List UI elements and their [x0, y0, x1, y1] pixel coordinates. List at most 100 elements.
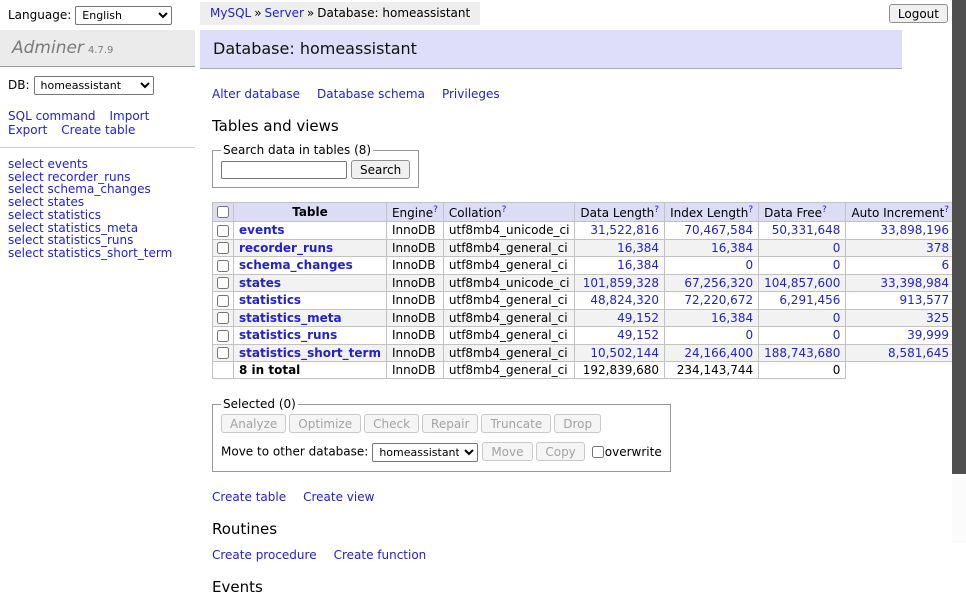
table-row: statistics_meta InnoDB utf8mb4_general_c… — [213, 309, 966, 327]
select-all-checkbox[interactable] — [217, 206, 229, 218]
language-row: Language:English — [0, 0, 195, 30]
index-length-cell: 70,467,584 — [665, 222, 759, 240]
help-icon[interactable]: ? — [944, 205, 949, 215]
alter-database-link[interactable]: Alter database — [212, 87, 300, 101]
help-icon[interactable]: ? — [433, 205, 438, 215]
column-header-data-free: Data Free? — [759, 203, 846, 222]
table-link[interactable]: recorder_runs — [239, 241, 333, 255]
row-checkbox[interactable] — [217, 330, 229, 342]
create-table-link[interactable]: Create table — [212, 490, 286, 504]
create-links: Create table Create view — [212, 490, 952, 504]
breadcrumb-server-link[interactable]: Server — [265, 6, 304, 20]
data-length-cell: 49,152 — [575, 309, 665, 327]
table-link[interactable]: statistics — [239, 293, 301, 307]
index-length-total: 234,143,744 — [665, 362, 759, 379]
move-to-database-label: Move to other database: — [221, 445, 368, 459]
overwrite-checkbox[interactable] — [592, 446, 604, 458]
row-checkbox[interactable] — [217, 260, 229, 272]
create-view-link[interactable]: Create view — [303, 490, 374, 504]
breadcrumb-separator: » — [307, 6, 314, 20]
data-length-cell: 31,522,816 — [575, 222, 665, 240]
table-row: statistics_runs InnoDB utf8mb4_general_c… — [213, 327, 966, 345]
data-length-cell: 16,384 — [575, 239, 665, 257]
app-header: Adminer4.7.9 — [0, 30, 195, 67]
optimize-button[interactable]: Optimize — [289, 414, 361, 433]
language-select[interactable]: English — [75, 6, 172, 25]
engine-cell: InnoDB — [386, 309, 443, 327]
engine-cell: InnoDB — [386, 222, 443, 240]
table-row: recorder_runs InnoDB utf8mb4_general_ci … — [213, 239, 966, 257]
column-header-table: Table — [234, 203, 387, 222]
routine-links: Create procedure Create function — [212, 548, 952, 562]
db-label: DB: — [8, 78, 30, 92]
check-button[interactable]: Check — [364, 414, 419, 433]
help-icon[interactable]: ? — [654, 205, 659, 215]
database-schema-link[interactable]: Database schema — [317, 87, 425, 101]
sidebar-link-export[interactable]: Export — [8, 123, 47, 137]
search-button[interactable]: Search — [351, 160, 410, 179]
index-length-cell: 16,384 — [665, 309, 759, 327]
table-row: states InnoDB utf8mb4_unicode_ci 101,859… — [213, 274, 966, 292]
help-icon[interactable]: ? — [748, 205, 753, 215]
scrollbar-thumb[interactable] — [952, 0, 966, 474]
breadcrumb-mysql-link[interactable]: MySQL — [210, 6, 251, 20]
table-link[interactable]: statistics_runs — [239, 328, 337, 342]
drop-button[interactable]: Drop — [554, 414, 601, 433]
row-checkbox[interactable] — [217, 242, 229, 254]
table-link[interactable]: schema_changes — [239, 258, 353, 272]
collation-cell: utf8mb4_unicode_ci — [443, 274, 575, 292]
data-free-cell: 6,291,456 — [759, 292, 846, 310]
sidebar-item-select-statistics-short-term[interactable]: select statistics_short_term — [8, 246, 172, 260]
select-all-cell — [213, 203, 234, 222]
analyze-button[interactable]: Analyze — [221, 414, 286, 433]
engine-cell: InnoDB — [386, 239, 443, 257]
engine-cell: InnoDB — [386, 292, 443, 310]
table-link[interactable]: statistics_meta — [239, 311, 342, 325]
move-button[interactable]: Move — [482, 442, 532, 461]
sidebar-link-sql-command[interactable]: SQL command — [8, 109, 95, 123]
help-icon[interactable]: ? — [502, 205, 507, 215]
table-row: schema_changes InnoDB utf8mb4_general_ci… — [213, 257, 966, 275]
privileges-link[interactable]: Privileges — [442, 87, 500, 101]
move-database-select[interactable]: homeassistant — [372, 443, 478, 462]
data-length-cell: 48,824,320 — [575, 292, 665, 310]
db-select[interactable]: homeassistant — [34, 76, 154, 95]
table-link[interactable]: events — [239, 223, 285, 237]
breadcrumb-current: Database: homeassistant — [317, 6, 470, 20]
data-free-cell: 0 — [759, 239, 846, 257]
adminer-logo-link[interactable]: Adminer — [12, 38, 84, 58]
events-heading: Events — [212, 578, 952, 596]
vertical-scrollbar[interactable] — [952, 0, 966, 543]
collation-cell: utf8mb4_general_ci — [443, 257, 575, 275]
engine-cell: InnoDB — [386, 362, 443, 379]
repair-button[interactable]: Repair — [422, 414, 478, 433]
row-checkbox[interactable] — [217, 347, 229, 359]
sidebar-link-import[interactable]: Import — [109, 109, 149, 123]
sidebar-link-create-table[interactable]: Create table — [61, 123, 135, 137]
row-checkbox[interactable] — [217, 225, 229, 237]
data-length-cell: 101,859,328 — [575, 274, 665, 292]
engine-cell: InnoDB — [386, 257, 443, 275]
data-free-cell: 188,743,680 — [759, 344, 846, 362]
breadcrumb-separator: » — [254, 6, 261, 20]
search-input[interactable] — [221, 161, 347, 179]
collation-cell: utf8mb4_general_ci — [443, 292, 575, 310]
row-checkbox[interactable] — [217, 295, 229, 307]
routines-heading: Routines — [212, 520, 952, 538]
logout-button[interactable]: Logout — [889, 4, 948, 23]
tables-and-views-heading: Tables and views — [212, 117, 952, 135]
create-procedure-link[interactable]: Create procedure — [212, 548, 317, 562]
copy-button[interactable]: Copy — [536, 442, 584, 461]
table-link[interactable]: statistics_short_term — [239, 346, 381, 360]
auto-increment-cell: 913,577 — [846, 292, 955, 310]
sidebar: Language:English Adminer4.7.9 DB: homeass… — [0, 0, 195, 543]
row-checkbox[interactable] — [217, 312, 229, 324]
engine-cell: InnoDB — [386, 327, 443, 345]
help-icon[interactable]: ? — [822, 205, 827, 215]
create-function-link[interactable]: Create function — [334, 548, 427, 562]
row-checkbox[interactable] — [217, 277, 229, 289]
sidebar-actions: SQL command Import Export Create table — [0, 101, 195, 137]
table-row: events InnoDB utf8mb4_unicode_ci 31,522,… — [213, 222, 966, 240]
table-link[interactable]: states — [239, 276, 281, 290]
truncate-button[interactable]: Truncate — [481, 414, 551, 433]
